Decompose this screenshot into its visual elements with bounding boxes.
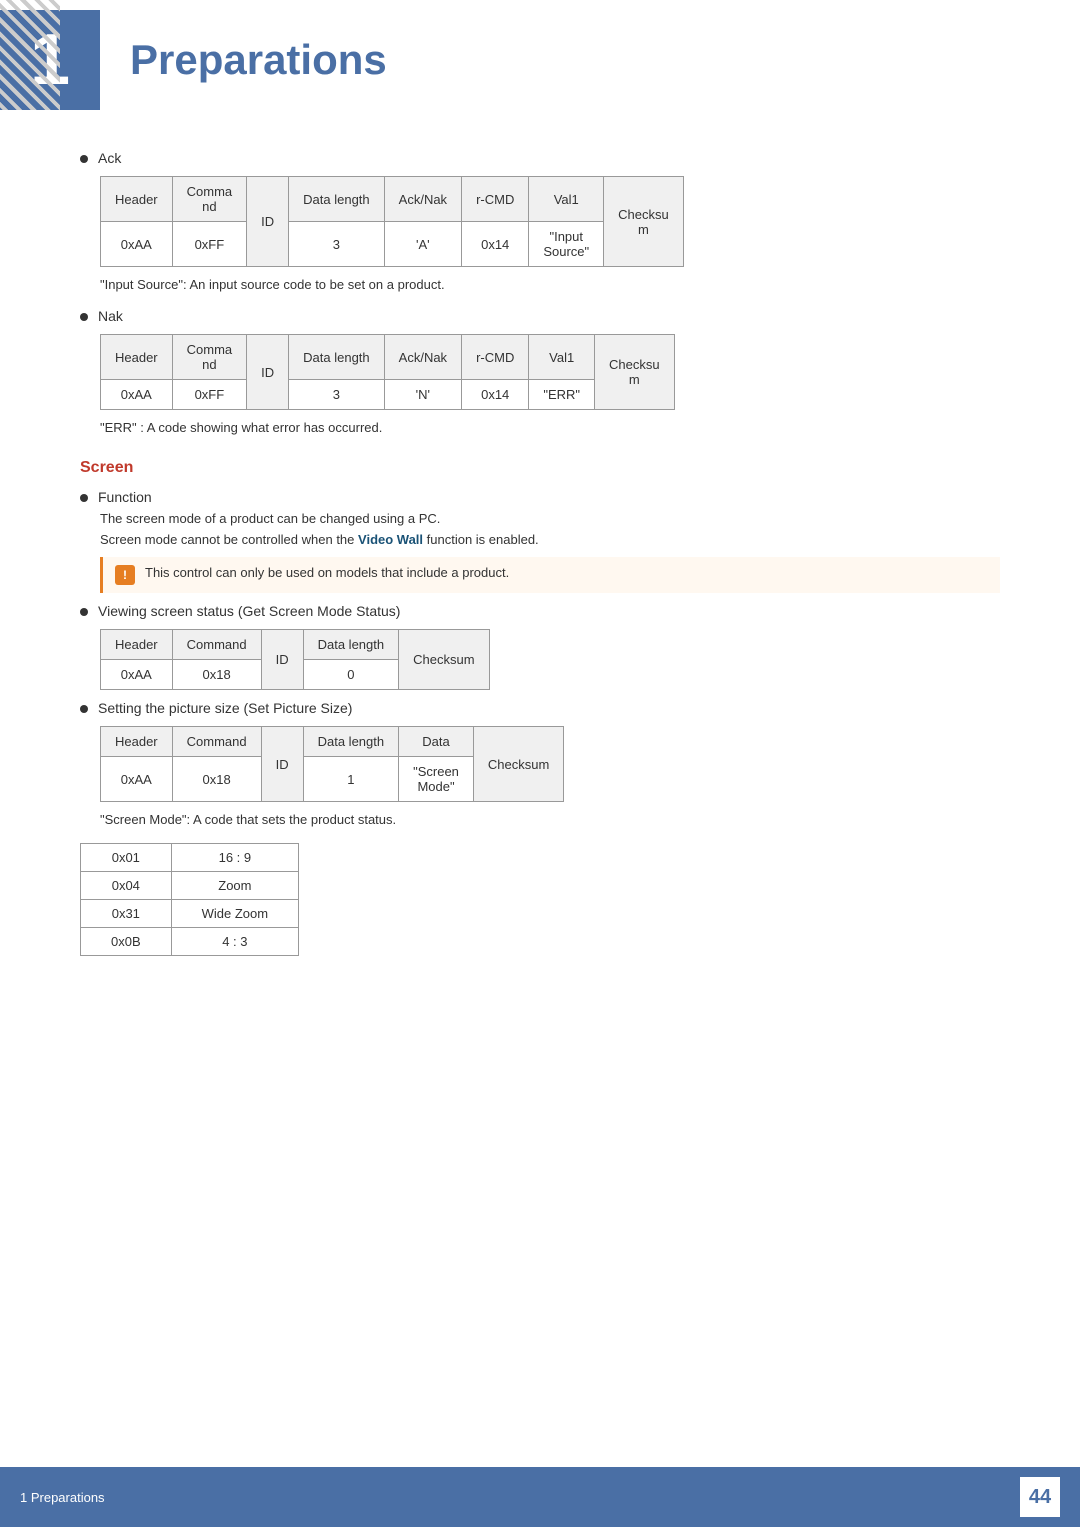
nak-row-val1: "ERR" [529,380,595,410]
view-table: Header Command ID Data length Checksum 0… [100,629,490,690]
ack-note: "Input Source": An input source code to … [100,277,1000,292]
view-header-datalength: Data length [303,630,399,660]
warning-icon: ! [115,565,135,585]
nak-row-command: 0xFF [172,380,247,410]
code-row-1: 0x01 16 : 9 [81,844,299,872]
view-header-command: Command [172,630,261,660]
ack-header-checksum: Checksum [604,177,684,267]
nak-row-rcmd: 0x14 [462,380,529,410]
bullet-dot-nak [80,313,88,321]
set-header-datalength: Data length [303,727,399,757]
set-header-id: ID [261,727,303,802]
view-header-id: ID [261,630,303,690]
function-bullet: Function [80,489,1000,505]
video-wall-link: Video Wall [358,532,423,547]
ack-label: Ack [98,150,121,166]
ack-header-header: Header [101,177,173,222]
code-desc-widezoom: Wide Zoom [171,900,298,928]
nak-header-val1: Val1 [529,335,595,380]
nak-bullet: Nak [80,308,1000,324]
nak-row-header: 0xAA [101,380,173,410]
nak-header-acknak: Ack/Nak [384,335,461,380]
ack-row-acknak: 'A' [384,222,461,267]
code-val-0x31: 0x31 [81,900,172,928]
nak-header-id: ID [247,335,289,410]
function-desc1: The screen mode of a product can be chan… [100,511,1000,526]
setting-bullet: Setting the picture size (Set Picture Si… [80,700,1000,716]
footer-page-number: 44 [1020,1477,1060,1517]
ack-row-val1: "InputSource" [529,222,604,267]
set-header-checksum: Checksum [473,727,563,802]
ack-row-rcmd: 0x14 [462,222,529,267]
page-content: Ack Header Command ID Data length Ack/Na… [0,150,1080,1052]
set-row-data: "ScreenMode" [399,757,474,802]
page-header: 1 Preparations [0,0,1080,110]
nak-header-command: Command [172,335,247,380]
viewing-bullet: Viewing screen status (Get Screen Mode S… [80,603,1000,619]
set-header-header: Header [101,727,173,757]
nak-note: "ERR" : A code showing what error has oc… [100,420,1000,435]
screen-mode-note: "Screen Mode": A code that sets the prod… [100,812,1000,827]
nak-table: Header Command ID Data length Ack/Nak r-… [100,334,675,410]
ack-bullet: Ack [80,150,1000,166]
set-row-header: 0xAA [101,757,173,802]
setting-label: Setting the picture size (Set Picture Si… [98,700,352,716]
warning-text: This control can only be used on models … [145,565,509,580]
code-val-0x04: 0x04 [81,872,172,900]
nak-header-checksum: Checksum [595,335,675,410]
function-desc2: Screen mode cannot be controlled when th… [100,532,1000,547]
ack-header-rcmd: r-CMD [462,177,529,222]
code-desc-43: 4 : 3 [171,928,298,956]
chapter-title: Preparations [100,10,417,110]
nak-header-header: Header [101,335,173,380]
page-footer: 1 Preparations 44 [0,1467,1080,1527]
set-table: Header Command ID Data length Data Check… [100,726,564,802]
view-row-command: 0x18 [172,660,261,690]
code-desc-169: 16 : 9 [171,844,298,872]
view-header-checksum: Checksum [399,630,489,690]
ack-table: Header Command ID Data length Ack/Nak r-… [100,176,684,267]
function-desc2-pre: Screen mode cannot be controlled when th… [100,532,358,547]
set-row-command: 0x18 [172,757,261,802]
view-row-header: 0xAA [101,660,173,690]
bullet-dot-function [80,494,88,502]
set-header-data: Data [399,727,474,757]
function-label: Function [98,489,152,505]
nak-label: Nak [98,308,123,324]
code-row-4: 0x0B 4 : 3 [81,928,299,956]
code-row-3: 0x31 Wide Zoom [81,900,299,928]
warning-box: ! This control can only be used on model… [100,557,1000,593]
ack-row-command: 0xFF [172,222,247,267]
ack-header-acknak: Ack/Nak [384,177,461,222]
code-val-0x0b: 0x0B [81,928,172,956]
ack-row-header: 0xAA [101,222,173,267]
ack-row-datalength: 3 [289,222,385,267]
bullet-dot [80,155,88,163]
bullet-dot-setting [80,705,88,713]
ack-header-command: Command [172,177,247,222]
ack-header-id: ID [247,177,289,267]
nak-row-acknak: 'N' [384,380,461,410]
view-row-datalength: 0 [303,660,399,690]
view-header-header: Header [101,630,173,660]
footer-text: 1 Preparations [20,1490,1010,1505]
viewing-label: Viewing screen status (Get Screen Mode S… [98,603,400,619]
nak-row-datalength: 3 [289,380,385,410]
screen-section-heading: Screen [80,459,1000,477]
screen-mode-code-table: 0x01 16 : 9 0x04 Zoom 0x31 Wide Zoom 0x0… [80,843,299,956]
ack-header-datalength: Data length [289,177,385,222]
set-row-datalength: 1 [303,757,399,802]
ack-header-val1: Val1 [529,177,604,222]
nak-header-datalength: Data length [289,335,385,380]
stripe-decoration [0,0,60,110]
bullet-dot-viewing [80,608,88,616]
code-desc-zoom: Zoom [171,872,298,900]
nak-header-rcmd: r-CMD [462,335,529,380]
code-row-2: 0x04 Zoom [81,872,299,900]
code-val-0x01: 0x01 [81,844,172,872]
function-desc2-post: function is enabled. [423,532,539,547]
set-header-command: Command [172,727,261,757]
